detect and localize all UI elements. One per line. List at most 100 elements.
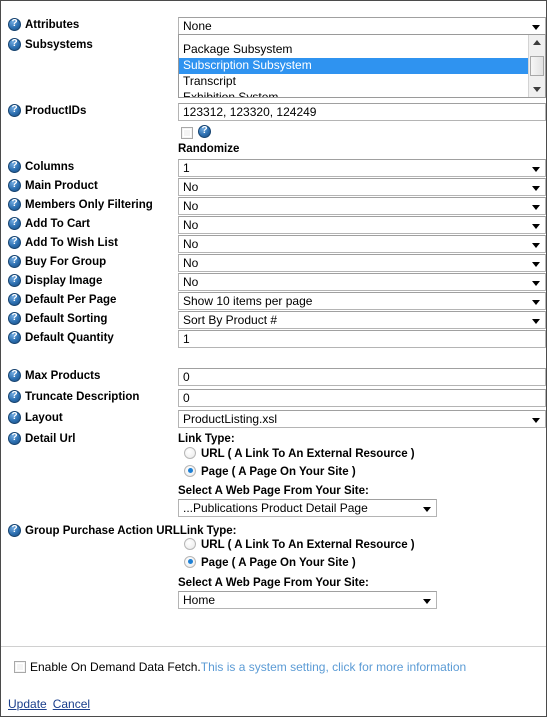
max-products-input[interactable]: 0: [178, 368, 546, 386]
detail-url-radio-page-label: Page ( A Page On Your Site ): [201, 466, 356, 478]
detail-url-link-type-label: Link Type:: [178, 433, 235, 445]
main-product-select-value: No: [183, 180, 199, 194]
max-products-label: Max Products: [8, 368, 100, 384]
chevron-down-icon: [532, 281, 540, 286]
help-icon[interactable]: [8, 273, 21, 287]
help-icon[interactable]: [8, 216, 21, 230]
scrollbar-thumb[interactable]: [530, 56, 544, 76]
columns-select[interactable]: 1: [178, 159, 546, 177]
group-purchase-radio-url-label: URL ( A Link To An External Resource ): [201, 539, 415, 551]
members-only-filtering-select[interactable]: No: [178, 197, 546, 215]
field-row-default-per-page: Default Per Page Show 10 items per page: [1, 292, 546, 311]
on-demand-checkbox[interactable]: [14, 660, 26, 673]
attributes-label: Attributes: [8, 17, 79, 33]
default-quantity-value: 1: [183, 332, 190, 346]
field-row-default-quantity: Default Quantity 1: [1, 330, 546, 349]
help-icon[interactable]: [8, 254, 21, 268]
field-row-columns: Columns 1: [1, 159, 546, 178]
help-icon[interactable]: [8, 431, 21, 445]
default-per-page-select[interactable]: Show 10 items per page: [178, 292, 546, 310]
cancel-link[interactable]: Cancel: [53, 697, 90, 711]
layout-select[interactable]: ProductListing.xsl: [178, 410, 546, 428]
subsystems-listbox[interactable]: Package Subsystem Subscription Subsystem…: [178, 34, 546, 98]
detail-url-select-page-label: Select A Web Page From Your Site:: [178, 485, 369, 497]
help-icon[interactable]: [8, 197, 21, 211]
detail-url-page-select[interactable]: ...Publications Product Detail Page: [178, 499, 437, 517]
members-only-filtering-select-value: No: [183, 199, 199, 213]
group-purchase-page-select[interactable]: Home: [178, 591, 437, 609]
field-row-max-products: Max Products 0: [1, 368, 546, 387]
help-icon[interactable]: [8, 523, 21, 537]
help-icon[interactable]: [8, 103, 21, 117]
main-product-select[interactable]: No: [178, 178, 546, 196]
max-products-value: 0: [183, 370, 190, 384]
layout-label: Layout: [8, 410, 63, 426]
help-icon[interactable]: [8, 159, 21, 173]
attributes-select[interactable]: None: [178, 17, 546, 35]
group-purchase-radio-url[interactable]: URL ( A Link To An External Resource ): [184, 537, 415, 553]
product-ids-value: 123312, 123320, 124249: [183, 105, 317, 119]
add-to-cart-label: Add To Cart: [8, 216, 90, 232]
on-demand-data-fetch-row: Enable On Demand Data Fetch.This is a sy…: [14, 659, 466, 674]
on-demand-info-link[interactable]: This is a system setting, click for more…: [201, 660, 466, 674]
chevron-down-icon: [532, 205, 540, 210]
display-image-select[interactable]: No: [178, 273, 546, 291]
help-icon[interactable]: [8, 235, 21, 249]
add-to-wish-list-select[interactable]: No: [178, 235, 546, 253]
add-to-cart-select[interactable]: No: [178, 216, 546, 234]
scroll-down-button[interactable]: [529, 81, 545, 97]
chevron-down-icon: [423, 507, 431, 512]
help-icon[interactable]: [8, 389, 21, 403]
listbox-scrollbar[interactable]: [528, 35, 545, 97]
detail-url-radio-url-label: URL ( A Link To An External Resource ): [201, 448, 415, 460]
detail-url-radio-url[interactable]: URL ( A Link To An External Resource ): [184, 446, 415, 462]
help-icon[interactable]: [8, 311, 21, 325]
radio-button[interactable]: [184, 446, 196, 459]
default-per-page-label: Default Per Page: [8, 292, 116, 308]
default-quantity-input[interactable]: 1: [178, 330, 546, 348]
list-item[interactable]: Subscription Subsystem: [179, 58, 528, 74]
field-row-main-product: Main Product No: [1, 178, 546, 197]
help-icon[interactable]: [198, 125, 211, 139]
field-row-product-ids: ProductIDs 123312, 123320, 124249: [1, 103, 546, 122]
list-item[interactable]: Transcript: [179, 74, 528, 90]
detail-url-page-select-value: ...Publications Product Detail Page: [183, 501, 368, 515]
radio-button-selected[interactable]: [184, 555, 196, 568]
help-icon[interactable]: [8, 330, 21, 344]
product-ids-input[interactable]: 123312, 123320, 124249: [178, 103, 546, 121]
randomize-checkbox[interactable]: [181, 126, 193, 139]
add-to-cart-select-value: No: [183, 218, 199, 232]
help-icon[interactable]: [8, 368, 21, 382]
list-item[interactable]: Exhibition System: [179, 90, 528, 97]
radio-button[interactable]: [184, 537, 196, 550]
help-icon[interactable]: [8, 292, 21, 306]
scroll-up-button[interactable]: [529, 35, 545, 51]
help-icon[interactable]: [8, 17, 21, 31]
product-listing-settings-panel: Attributes None Subsystems Package Subsy…: [0, 0, 547, 717]
main-product-label: Main Product: [8, 178, 98, 194]
field-row-add-to-wish-list: Add To Wish List No: [1, 235, 546, 254]
triangle-down-icon: [533, 87, 541, 92]
update-link[interactable]: Update: [8, 697, 47, 711]
section-divider: [1, 646, 546, 647]
buy-for-group-select[interactable]: No: [178, 254, 546, 272]
chevron-down-icon: [532, 262, 540, 267]
default-sorting-select[interactable]: Sort By Product #: [178, 311, 546, 329]
chevron-down-icon: [532, 418, 540, 423]
buy-for-group-label: Buy For Group: [8, 254, 106, 270]
detail-url-radio-page[interactable]: Page ( A Page On Your Site ): [184, 464, 356, 480]
chevron-down-icon: [532, 319, 540, 324]
list-item[interactable]: Package Subsystem: [179, 42, 528, 58]
help-icon[interactable]: [8, 37, 21, 51]
add-to-wish-list-label: Add To Wish List: [8, 235, 118, 251]
chevron-down-icon: [532, 243, 540, 248]
columns-select-value: 1: [183, 161, 190, 175]
field-row-buy-for-group: Buy For Group No: [1, 254, 546, 273]
group-purchase-radio-page[interactable]: Page ( A Page On Your Site ): [184, 555, 356, 571]
truncate-description-input[interactable]: 0: [178, 389, 546, 407]
radio-button-selected[interactable]: [184, 464, 196, 477]
field-row-display-image: Display Image No: [1, 273, 546, 292]
help-icon[interactable]: [8, 178, 21, 192]
help-icon[interactable]: [8, 410, 21, 424]
layout-select-value: ProductListing.xsl: [183, 412, 278, 426]
